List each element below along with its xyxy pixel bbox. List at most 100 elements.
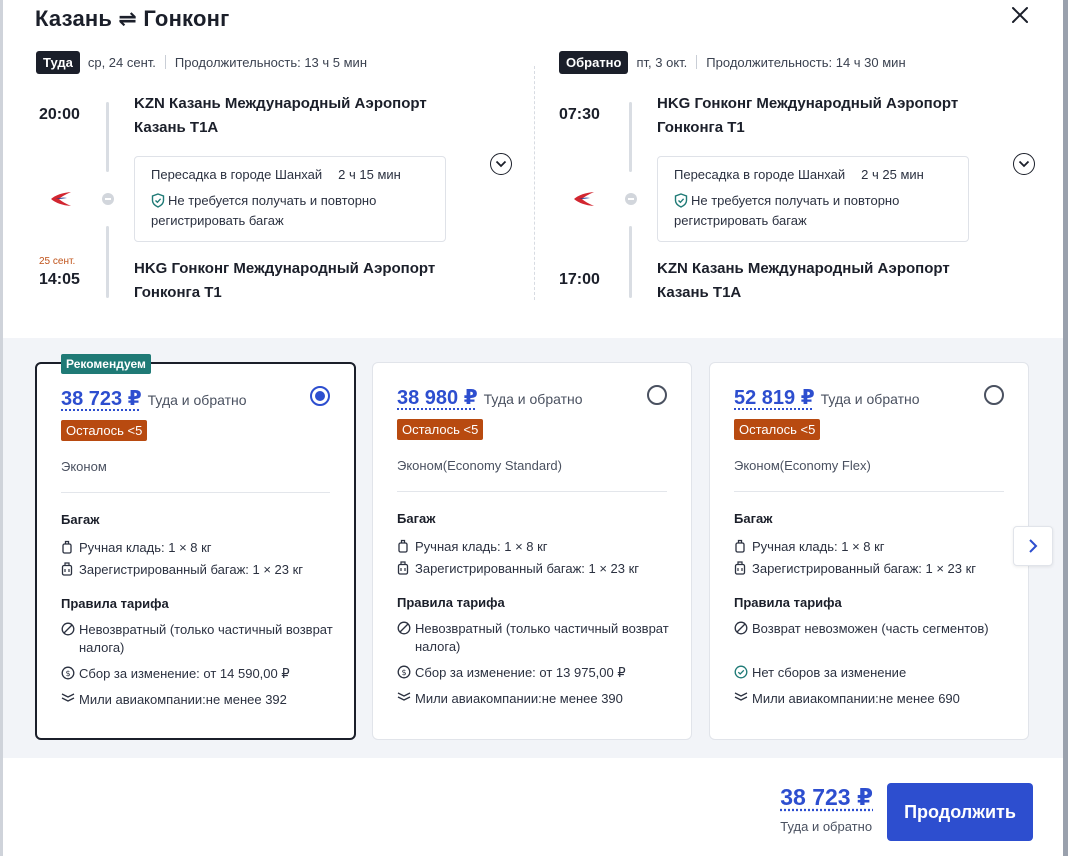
- next-fares-button[interactable]: [1013, 526, 1053, 566]
- checked-baggage-text: Зарегистрированный багаж: 1 × 23 кг: [752, 561, 977, 576]
- refund-text: Невозвратный (только частичный возврат н…: [79, 622, 333, 655]
- fare-rules-title: Правила тарифа: [734, 595, 842, 610]
- change-fee-text: Нет сборов за изменение: [752, 665, 907, 680]
- departure-terminal: Гонконга T1: [657, 119, 745, 136]
- layover-box: Пересадка в городе Шанхай 2 ч 25 мин Не …: [657, 156, 969, 242]
- fare-options: Рекомендуем 38 723 ₽ Туда и обратно Оста…: [3, 338, 1063, 758]
- baggage-note-text: Не требуется получать и повторно регистр…: [151, 193, 377, 228]
- baggage-title: Багаж: [734, 511, 773, 526]
- header-separator: [696, 55, 698, 69]
- suitcase-icon: [734, 561, 746, 575]
- no-refund-icon: [397, 621, 411, 635]
- timeline-line: [629, 226, 632, 298]
- arrival-airport-name: KZN Казань Международный Аэропорт: [657, 260, 950, 277]
- fare-price-row: 38 723 ₽ Туда и обратно: [61, 386, 247, 411]
- fare-card-economy-standard[interactable]: 38 980 ₽ Туда и обратно Осталось <5 Экон…: [372, 362, 692, 740]
- baggage-note-text: Не требуется получать и повторно регистр…: [674, 193, 900, 228]
- close-button[interactable]: [1005, 0, 1035, 30]
- hand-luggage-icon: [398, 539, 408, 553]
- layover-box: Пересадка в городе Шанхай 2 ч 15 мин Не …: [134, 156, 446, 242]
- arrival-terminal: Казань T1A: [657, 284, 742, 301]
- chevron-down-icon: [1018, 160, 1030, 168]
- total-price: 38 723 ₽: [780, 784, 873, 810]
- refund-rule: Невозвратный (только частичный возврат н…: [397, 620, 671, 656]
- miles-rule: Мили авиакомпании:не менее 390: [397, 690, 671, 708]
- fare-price-row: 52 819 ₽ Туда и обратно: [734, 385, 920, 410]
- china-eastern-logo-icon: [51, 192, 71, 206]
- shield-check-icon: [151, 193, 165, 208]
- refund-text: Невозвратный (только частичный возврат н…: [415, 621, 669, 654]
- dollar-circle-icon: $: [397, 665, 411, 679]
- segment-duration: Продолжительность: 13 ч 5 мин: [174, 54, 367, 70]
- refund-rule: Невозвратный (только частичный возврат н…: [61, 621, 334, 657]
- departure-terminal: Казань T1A: [134, 119, 219, 136]
- baggage-transfer-note: Не требуется получать и повторно регистр…: [674, 191, 952, 231]
- segment-header: Туда ср, 24 сент. Продолжительность: 13 …: [36, 48, 516, 76]
- continue-button[interactable]: Продолжить: [887, 783, 1033, 841]
- fare-price-row: 38 980 ₽ Туда и обратно: [397, 385, 583, 410]
- fare-radio[interactable]: [984, 385, 1004, 405]
- change-fee-text: Сбор за изменение: от 13 975,00 ₽: [415, 665, 626, 680]
- departure-airport-name: HKG Гонконг Международный Аэропорт: [657, 95, 959, 112]
- baggage-transfer-note: Не требуется получать и повторно регистр…: [151, 191, 429, 231]
- no-refund-icon: [734, 621, 748, 635]
- miles-text: Мили авиакомпании:не менее 390: [415, 691, 623, 706]
- layover-city: Пересадка в городе Шанхай: [674, 167, 846, 182]
- timeline-line: [106, 102, 109, 172]
- fare-price-note: Туда и обратно: [147, 392, 247, 408]
- departure-airport-name: KZN Казань Международный Аэропорт: [134, 95, 427, 112]
- check-circle-icon: [734, 665, 748, 679]
- expand-details-button[interactable]: [490, 153, 512, 175]
- departure-time: 20:00: [39, 106, 80, 123]
- fare-price: 38 980 ₽: [397, 387, 478, 409]
- checked-baggage-text: Зарегистрированный багаж: 1 × 23 кг: [79, 562, 304, 577]
- layover-info: Пересадка в городе Шанхай 2 ч 15 мин: [151, 167, 429, 182]
- seats-left-badge: Осталось <5: [397, 419, 484, 440]
- total-price-block: 38 723 ₽ Туда и обратно: [780, 784, 873, 834]
- departure-time: 07:30: [559, 106, 600, 123]
- arrival-airport: HKG Гонконг Международный Аэропорт Гонко…: [134, 257, 435, 305]
- return-segment: Обратно пт, 3 окт. Продолжительность: 14…: [559, 48, 1039, 304]
- arrival-terminal: Гонконга T1: [134, 284, 222, 301]
- checked-baggage-text: Зарегистрированный багаж: 1 × 23 кг: [415, 561, 640, 576]
- checked-baggage: Зарегистрированный багаж: 1 × 23 кг: [734, 560, 1008, 578]
- arrival-airport: KZN Казань Международный Аэропорт Казань…: [657, 257, 950, 305]
- china-eastern-logo-icon: [574, 192, 594, 206]
- miles-text: Мили авиакомпании:не менее 690: [752, 691, 960, 706]
- arrival-airport-name: HKG Гонконг Международный Аэропорт: [134, 260, 436, 277]
- divider: [397, 491, 667, 492]
- svg-text:$: $: [401, 668, 406, 677]
- fare-radio-selected[interactable]: [310, 386, 330, 406]
- divider: [61, 492, 330, 493]
- chevron-right-icon: [1029, 539, 1038, 553]
- fare-card-economy[interactable]: Рекомендуем 38 723 ₽ Туда и обратно Оста…: [35, 354, 356, 740]
- stop-marker-icon: [625, 193, 637, 205]
- segment-date: ср, 24 сент.: [87, 54, 156, 70]
- modal-header: Казань ⇌ Гонконг: [35, 4, 229, 34]
- segment-duration: Продолжительность: 14 ч 30 мин: [706, 54, 906, 70]
- arrival-time: 17:00: [559, 271, 600, 288]
- miles-text: Мили авиакомпании:не менее 392: [79, 692, 287, 707]
- hand-luggage-icon: [735, 539, 745, 553]
- miles-icon: [397, 692, 411, 701]
- fare-card-economy-flex[interactable]: 52 819 ₽ Туда и обратно Осталось <5 Экон…: [709, 362, 1029, 740]
- hand-luggage-text: Ручная кладь: 1 × 8 кг: [415, 539, 548, 554]
- fare-rules-title: Правила тарифа: [397, 595, 505, 610]
- dollar-circle-icon: $: [61, 666, 75, 680]
- footer-bar: 38 723 ₽ Туда и обратно Продолжить: [3, 758, 1063, 856]
- baggage-title: Багаж: [61, 512, 100, 527]
- arrival-time: 14:05: [39, 271, 80, 288]
- checked-baggage: Зарегистрированный багаж: 1 × 23 кг: [61, 561, 334, 579]
- divider: [734, 491, 1004, 492]
- segment-header: Обратно пт, 3 окт. Продолжительность: 14…: [559, 48, 1039, 76]
- suitcase-icon: [61, 562, 73, 576]
- timeline-line: [106, 226, 109, 298]
- change-fee-rule: Нет сборов за изменение: [734, 664, 1008, 682]
- departure-airport: HKG Гонконг Международный Аэропорт Гонко…: [657, 92, 958, 140]
- fare-radio[interactable]: [647, 385, 667, 405]
- expand-details-button[interactable]: [1013, 153, 1035, 175]
- outbound-segment: Туда ср, 24 сент. Продолжительность: 13 …: [36, 48, 516, 304]
- cabin-class: Эконом: [61, 459, 107, 474]
- hand-luggage: Ручная кладь: 1 × 8 кг: [734, 538, 1008, 556]
- flight-details-modal: Казань ⇌ Гонконг Туда ср, 24 сент. Продо…: [3, 0, 1063, 856]
